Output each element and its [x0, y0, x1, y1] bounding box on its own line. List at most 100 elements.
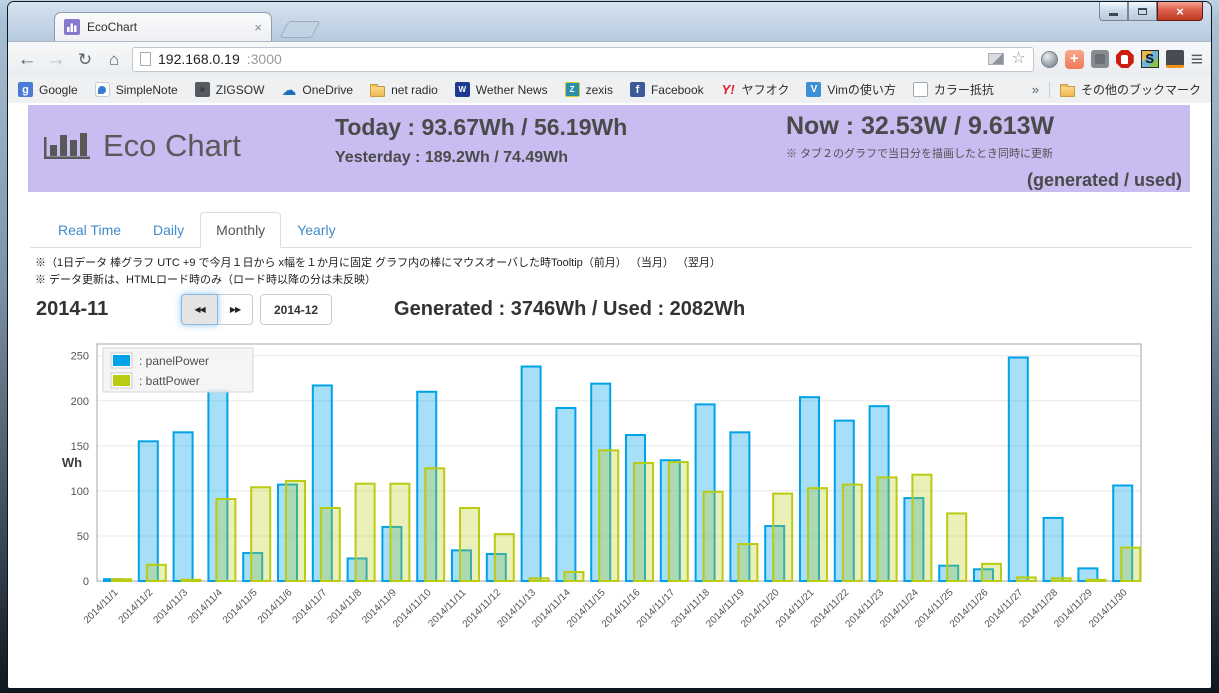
evernote-extension-icon[interactable] — [1091, 50, 1109, 68]
jump-month-button[interactable]: 2014-12 — [260, 294, 332, 325]
y-tick-label: 200 — [71, 396, 89, 408]
back-icon[interactable]: ← — [16, 50, 38, 69]
panelPower-bar[interactable] — [522, 367, 541, 581]
battPower-bar[interactable] — [390, 484, 409, 581]
bookmark-item[interactable]: ☁OneDrive — [281, 82, 353, 97]
battPower-bar[interactable] — [147, 565, 166, 581]
panelPower-bar[interactable] — [139, 441, 158, 581]
today-stats: Today : 93.67Wh / 56.19Wh Yesterday : 18… — [335, 114, 627, 167]
battPower-bar[interactable] — [912, 475, 931, 581]
battPower-bar[interactable] — [1017, 577, 1036, 581]
battPower-bar[interactable] — [808, 488, 827, 581]
tab-close-icon[interactable]: × — [254, 21, 262, 34]
bookmark-item[interactable]: net radio — [370, 83, 438, 97]
battPower-bar[interactable] — [564, 572, 583, 581]
image-extension-icon[interactable] — [988, 53, 1004, 65]
x-tick-label: 2014/11/30 — [1087, 587, 1130, 630]
battPower-bar[interactable] — [704, 492, 723, 581]
bookmark-label: Vimの使い方 — [827, 81, 895, 98]
battPower-bar[interactable] — [251, 487, 270, 581]
tab-real-time[interactable]: Real Time — [42, 212, 137, 248]
battPower-bar[interactable] — [669, 462, 688, 581]
prev-month-button[interactable]: ◀◀ — [181, 294, 218, 325]
panelPower-bar[interactable] — [174, 432, 193, 581]
browser-tab[interactable]: EcoChart × — [54, 12, 272, 41]
stop-hand-extension-icon[interactable] — [1116, 50, 1134, 68]
close-button[interactable]: × — [1157, 2, 1203, 21]
battPower-bar[interactable] — [738, 544, 757, 581]
bookmark-star-icon[interactable]: ☆ — [1011, 51, 1025, 67]
bookmark-label: SimpleNote — [116, 83, 178, 97]
titlebar[interactable]: × EcoChart × — [8, 2, 1211, 41]
reload-icon[interactable]: ↻ — [74, 51, 96, 68]
panelPower-bar[interactable] — [556, 408, 575, 581]
battPower-bar[interactable] — [947, 513, 966, 581]
yahoo-icon: Y! — [721, 82, 736, 97]
note-line-2: ※ データ更新は、HTMLロード時のみ（ロード時以降の分は未反映） — [35, 272, 721, 289]
bookmark-item[interactable]: SimpleNote — [95, 82, 178, 97]
menu-icon[interactable]: ≡ — [1191, 49, 1203, 70]
bookmarks-separator — [1049, 82, 1050, 98]
eco-header: Eco Chart Today : 93.67Wh / 56.19Wh Yest… — [28, 105, 1190, 192]
bookmark-item[interactable]: Y!ヤフオク — [721, 81, 790, 98]
panelPower-bar[interactable] — [1009, 358, 1028, 581]
bookmark-item[interactable]: Zzexis — [565, 82, 613, 97]
facebook-icon: f — [630, 82, 645, 97]
legend-label-battPower: : battPower — [139, 374, 200, 388]
y-tick-label: 150 — [71, 441, 89, 453]
battPower-bar[interactable] — [878, 477, 897, 581]
battPower-bar[interactable] — [530, 578, 549, 581]
s-extension-icon[interactable]: S — [1141, 50, 1159, 68]
battPower-bar[interactable] — [356, 484, 375, 581]
now-note: ※ タブ２のグラフで当日分を描画したとき同時に更新 — [786, 145, 1054, 161]
battPower-bar[interactable] — [1121, 548, 1140, 581]
view-tabs: Real TimeDailyMonthlyYearly — [30, 212, 1192, 248]
battPower-bar[interactable] — [1052, 578, 1071, 581]
x-tick-label: 2014/11/4 — [186, 587, 225, 626]
battPower-bar[interactable] — [112, 579, 131, 581]
other-bookmarks-button[interactable]: その他のブックマーク — [1060, 81, 1201, 98]
address-bar[interactable]: 192.168.0.19 :3000 ☆ — [132, 47, 1034, 72]
battPower-bar[interactable] — [182, 580, 201, 581]
bookmark-item[interactable]: WWether News — [455, 82, 548, 97]
battPower-bar[interactable] — [773, 494, 792, 581]
bookmark-item[interactable]: カラー抵抗 — [913, 81, 994, 98]
forward-icon[interactable]: → — [45, 50, 67, 69]
bookmarks-overflow-icon[interactable]: » — [1032, 82, 1039, 97]
palm-icon — [1121, 55, 1128, 64]
amazon-extension-icon[interactable] — [1166, 50, 1184, 68]
y-axis-label: Wh — [62, 455, 82, 470]
bar-chart-logo-icon — [44, 125, 90, 161]
minimize-button[interactable] — [1099, 2, 1128, 21]
battPower-bar[interactable] — [425, 468, 444, 581]
battPower-bar[interactable] — [495, 534, 514, 581]
battPower-bar[interactable] — [216, 499, 235, 581]
new-tab-button[interactable] — [279, 21, 320, 38]
now-stats: Now : 32.53W / 9.613W ※ タブ２のグラフで当日分を描画した… — [786, 112, 1054, 161]
battPower-bar[interactable] — [321, 508, 340, 581]
home-icon[interactable]: ⌂ — [103, 51, 125, 68]
monthly-totals: Generated : 3746Wh / Used : 2082Wh — [394, 298, 745, 321]
globe-extension-icon[interactable] — [1041, 51, 1058, 68]
tab-daily[interactable]: Daily — [137, 212, 200, 248]
battPower-bar[interactable] — [286, 481, 305, 581]
battPower-bar[interactable] — [1086, 580, 1105, 581]
plus-extension-icon[interactable]: + — [1065, 50, 1084, 69]
bookmark-item[interactable]: VVimの使い方 — [806, 81, 895, 98]
x-tick-label: 2014/11/7 — [291, 587, 330, 626]
next-month-button[interactable]: ▶▶ — [217, 294, 253, 325]
battPower-bar[interactable] — [982, 564, 1001, 581]
tab-monthly[interactable]: Monthly — [200, 212, 281, 248]
battPower-bar[interactable] — [599, 450, 618, 581]
maximize-button[interactable] — [1128, 2, 1157, 21]
bookmark-item[interactable]: fFacebook — [630, 82, 704, 97]
minimize-icon — [1109, 13, 1118, 16]
tab-yearly[interactable]: Yearly — [281, 212, 351, 248]
bookmark-item[interactable]: ZIGSOW — [195, 82, 265, 97]
battPower-bar[interactable] — [460, 508, 479, 581]
battPower-bar[interactable] — [843, 485, 862, 581]
fast-forward-icon: ▶▶ — [230, 305, 240, 314]
bookmark-item[interactable]: gGoogle — [18, 82, 78, 97]
panelPower-bar[interactable] — [1044, 518, 1063, 581]
battPower-bar[interactable] — [634, 463, 653, 581]
